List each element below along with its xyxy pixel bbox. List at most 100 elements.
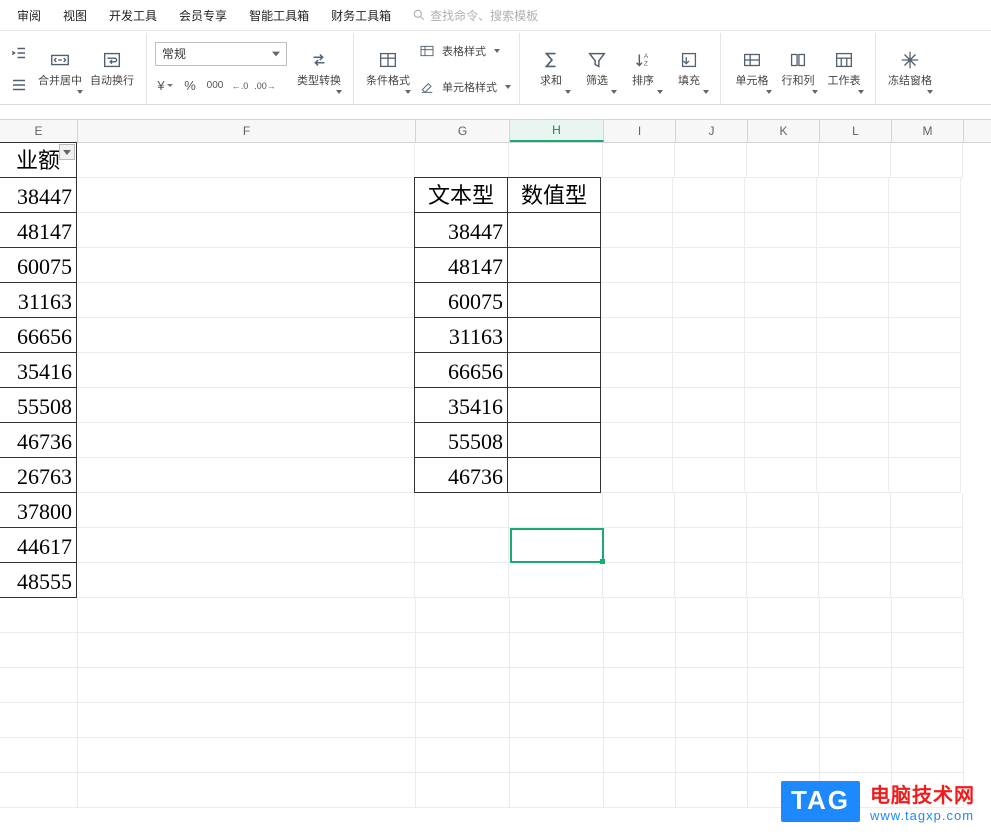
cell[interactable] bbox=[416, 773, 510, 808]
cell[interactable] bbox=[509, 528, 603, 563]
cell[interactable] bbox=[745, 458, 817, 493]
cell[interactable] bbox=[507, 282, 601, 318]
menu-smart-tools[interactable]: 智能工具箱 bbox=[238, 7, 320, 24]
cond-format-button[interactable]: 条件格式 bbox=[362, 40, 414, 98]
cell[interactable] bbox=[415, 528, 509, 563]
cell[interactable] bbox=[601, 353, 673, 388]
cell[interactable] bbox=[416, 738, 510, 773]
cell[interactable] bbox=[745, 318, 817, 353]
cell[interactable]: 60075 bbox=[414, 282, 508, 318]
cell[interactable] bbox=[415, 143, 509, 178]
cell[interactable] bbox=[78, 668, 416, 703]
cell[interactable] bbox=[77, 213, 415, 248]
cell[interactable] bbox=[78, 598, 416, 633]
column-header-m[interactable]: M bbox=[892, 120, 964, 142]
cell[interactable] bbox=[77, 283, 415, 318]
cell[interactable] bbox=[416, 633, 510, 668]
cell[interactable] bbox=[676, 668, 748, 703]
cell[interactable] bbox=[0, 738, 78, 773]
rowcol-button[interactable]: 行和列 bbox=[775, 40, 821, 98]
cell[interactable] bbox=[817, 178, 889, 213]
cell[interactable] bbox=[507, 457, 601, 493]
cell[interactable] bbox=[676, 773, 748, 808]
cell[interactable] bbox=[676, 598, 748, 633]
cell[interactable] bbox=[889, 318, 961, 353]
cell[interactable] bbox=[510, 703, 604, 738]
cell[interactable] bbox=[889, 213, 961, 248]
cell[interactable]: 66656 bbox=[0, 317, 77, 353]
cell[interactable] bbox=[78, 773, 416, 808]
cell[interactable] bbox=[509, 493, 603, 528]
cell[interactable] bbox=[817, 318, 889, 353]
cell[interactable]: 48555 bbox=[0, 562, 77, 598]
cell[interactable] bbox=[748, 703, 820, 738]
cell[interactable] bbox=[819, 143, 891, 178]
merge-center-button[interactable]: 合并居中 bbox=[34, 40, 86, 98]
cell[interactable] bbox=[673, 318, 745, 353]
cell[interactable] bbox=[0, 598, 78, 633]
cell[interactable] bbox=[889, 283, 961, 318]
cell[interactable] bbox=[748, 633, 820, 668]
column-header-e[interactable]: E bbox=[0, 120, 78, 142]
increase-indent-icon[interactable] bbox=[8, 42, 30, 64]
cell[interactable]: 55508 bbox=[0, 387, 77, 423]
cell[interactable] bbox=[819, 563, 891, 598]
cell[interactable]: 44617 bbox=[0, 527, 77, 563]
cell[interactable] bbox=[820, 668, 892, 703]
cell[interactable] bbox=[416, 668, 510, 703]
cell[interactable] bbox=[676, 703, 748, 738]
cell[interactable] bbox=[415, 563, 509, 598]
cell[interactable] bbox=[0, 703, 78, 738]
cell[interactable] bbox=[673, 388, 745, 423]
cell[interactable] bbox=[745, 388, 817, 423]
cell[interactable]: 38447 bbox=[0, 177, 77, 213]
cell[interactable] bbox=[673, 423, 745, 458]
menu-view[interactable]: 视图 bbox=[52, 7, 98, 24]
cell-button[interactable]: 单元格 bbox=[729, 40, 775, 98]
cell[interactable] bbox=[415, 493, 509, 528]
cell[interactable] bbox=[604, 703, 676, 738]
cell[interactable] bbox=[889, 423, 961, 458]
cell[interactable] bbox=[889, 178, 961, 213]
cell[interactable] bbox=[510, 598, 604, 633]
sort-button[interactable]: AZ 排序 bbox=[620, 40, 666, 98]
cell[interactable] bbox=[820, 633, 892, 668]
cell[interactable] bbox=[745, 423, 817, 458]
cell[interactable] bbox=[77, 458, 415, 493]
cell[interactable]: 37800 bbox=[0, 492, 77, 528]
cell[interactable] bbox=[77, 563, 415, 598]
cell[interactable] bbox=[509, 143, 603, 178]
cell[interactable] bbox=[673, 458, 745, 493]
cell[interactable] bbox=[817, 248, 889, 283]
comma-style-button[interactable]: 000 bbox=[205, 76, 225, 96]
cell[interactable] bbox=[891, 493, 963, 528]
cell[interactable] bbox=[820, 738, 892, 773]
command-search[interactable]: 查找命令、搜索模板 bbox=[412, 7, 538, 24]
cell[interactable] bbox=[892, 633, 964, 668]
worksheet-button[interactable]: 工作表 bbox=[821, 40, 867, 98]
cell[interactable] bbox=[601, 388, 673, 423]
cell[interactable] bbox=[892, 668, 964, 703]
auto-wrap-button[interactable]: 自动换行 bbox=[86, 40, 138, 98]
sum-button[interactable]: 求和 bbox=[528, 40, 574, 98]
cell[interactable] bbox=[673, 283, 745, 318]
cell[interactable] bbox=[673, 353, 745, 388]
cell[interactable]: 60075 bbox=[0, 247, 77, 283]
cell[interactable] bbox=[78, 738, 416, 773]
cell[interactable] bbox=[78, 633, 416, 668]
cell[interactable] bbox=[601, 283, 673, 318]
cell[interactable] bbox=[889, 458, 961, 493]
cell[interactable]: 31163 bbox=[414, 317, 508, 353]
cell[interactable] bbox=[601, 178, 673, 213]
cell[interactable] bbox=[745, 283, 817, 318]
cell[interactable]: 55508 bbox=[414, 422, 508, 458]
decrease-indent-icon[interactable] bbox=[8, 74, 30, 96]
increase-decimal-button[interactable]: .00→ bbox=[255, 76, 275, 96]
cell[interactable] bbox=[510, 633, 604, 668]
cell[interactable] bbox=[77, 353, 415, 388]
cell[interactable] bbox=[601, 458, 673, 493]
cell[interactable] bbox=[889, 248, 961, 283]
cell[interactable] bbox=[675, 493, 747, 528]
cell[interactable] bbox=[507, 317, 601, 353]
cell[interactable] bbox=[510, 668, 604, 703]
